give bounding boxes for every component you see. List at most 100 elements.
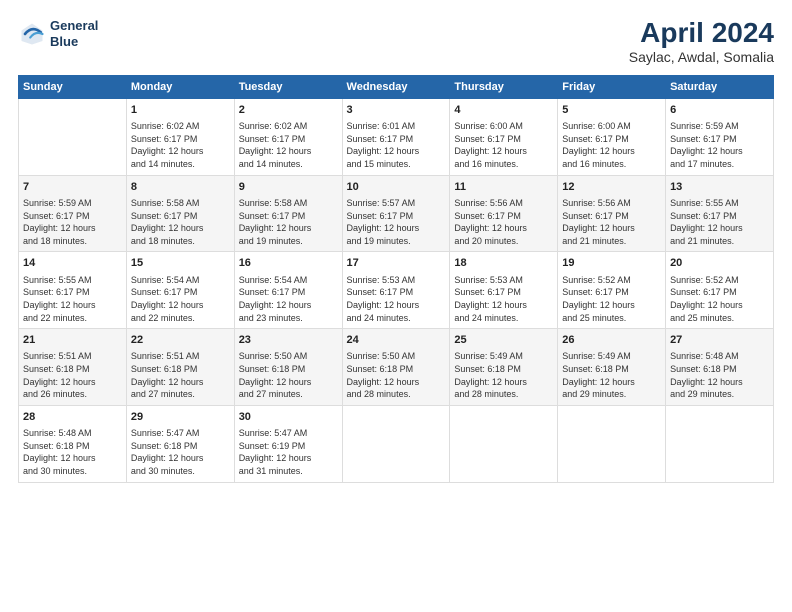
day-info: Sunset: 6:17 PM — [23, 210, 122, 223]
column-header-thursday: Thursday — [450, 75, 558, 98]
day-info: Sunrise: 6:01 AM — [347, 120, 446, 133]
day-info: Sunrise: 5:47 AM — [131, 427, 230, 440]
column-header-tuesday: Tuesday — [234, 75, 342, 98]
day-number: 3 — [347, 103, 446, 118]
day-cell: 16 Sunrise: 5:54 AMSunset: 6:17 PMDayligh… — [234, 252, 342, 329]
day-info: Daylight: 12 hours — [454, 376, 553, 389]
day-info: and 14 minutes. — [131, 158, 230, 171]
day-info: and 16 minutes. — [454, 158, 553, 171]
day-cell — [342, 405, 450, 482]
day-info: Sunset: 6:17 PM — [670, 286, 769, 299]
day-info: Sunrise: 5:50 AM — [239, 350, 338, 363]
column-header-wednesday: Wednesday — [342, 75, 450, 98]
day-cell: 22 Sunrise: 5:51 AMSunset: 6:18 PMDayligh… — [126, 329, 234, 406]
day-info: Sunset: 6:18 PM — [131, 363, 230, 376]
day-cell: 23 Sunrise: 5:50 AMSunset: 6:18 PMDayligh… — [234, 329, 342, 406]
day-number: 1 — [131, 103, 230, 118]
day-info: Sunset: 6:17 PM — [239, 286, 338, 299]
day-info: Sunset: 6:17 PM — [670, 133, 769, 146]
day-info: Sunset: 6:17 PM — [562, 133, 661, 146]
day-info: Daylight: 12 hours — [562, 145, 661, 158]
title-block: April 2024 Saylac, Awdal, Somalia — [629, 18, 774, 65]
day-info: and 29 minutes. — [562, 388, 661, 401]
day-cell: 19Sunrise: 5:52 AMSunset: 6:17 PMDayligh… — [558, 252, 666, 329]
day-info: Sunset: 6:17 PM — [454, 133, 553, 146]
day-cell: 14Sunrise: 5:55 AMSunset: 6:17 PMDayligh… — [19, 252, 127, 329]
day-info: and 21 minutes. — [670, 235, 769, 248]
week-row-3: 14Sunrise: 5:55 AMSunset: 6:17 PMDayligh… — [19, 252, 774, 329]
day-info: Sunset: 6:17 PM — [562, 210, 661, 223]
day-number: 11 — [454, 180, 553, 195]
day-info: Sunrise: 5:47 AM — [239, 427, 338, 440]
day-info: Sunset: 6:18 PM — [239, 363, 338, 376]
day-number: 25 — [454, 333, 553, 348]
day-cell: 24Sunrise: 5:50 AMSunset: 6:18 PMDayligh… — [342, 329, 450, 406]
day-info: and 16 minutes. — [562, 158, 661, 171]
day-info: Sunrise: 5:56 AM — [562, 197, 661, 210]
day-info: and 19 minutes. — [239, 235, 338, 248]
logo-text: General Blue — [50, 18, 98, 49]
day-info: Daylight: 12 hours — [670, 299, 769, 312]
day-info: Sunset: 6:17 PM — [131, 286, 230, 299]
day-info: Daylight: 12 hours — [239, 452, 338, 465]
day-info: Daylight: 12 hours — [239, 145, 338, 158]
day-info: Sunset: 6:17 PM — [239, 133, 338, 146]
day-info: Sunset: 6:18 PM — [23, 363, 122, 376]
day-number: 15 — [131, 256, 230, 271]
day-info: and 20 minutes. — [454, 235, 553, 248]
column-header-saturday: Saturday — [666, 75, 774, 98]
day-number: 5 — [562, 103, 661, 118]
day-cell: 30Sunrise: 5:47 AMSunset: 6:19 PMDayligh… — [234, 405, 342, 482]
day-info: and 18 minutes. — [131, 235, 230, 248]
day-info: and 27 minutes. — [239, 388, 338, 401]
day-info: and 29 minutes. — [670, 388, 769, 401]
day-info: Daylight: 12 hours — [347, 376, 446, 389]
day-info: and 17 minutes. — [670, 158, 769, 171]
day-info: and 22 minutes. — [131, 312, 230, 325]
day-info: Daylight: 12 hours — [562, 222, 661, 235]
week-row-5: 28Sunrise: 5:48 AMSunset: 6:18 PMDayligh… — [19, 405, 774, 482]
day-info: Sunrise: 5:48 AM — [23, 427, 122, 440]
day-info: Daylight: 12 hours — [239, 299, 338, 312]
day-cell: 21Sunrise: 5:51 AMSunset: 6:18 PMDayligh… — [19, 329, 127, 406]
day-info: Sunrise: 5:51 AM — [131, 350, 230, 363]
day-info: Sunrise: 5:49 AM — [454, 350, 553, 363]
day-info: Sunrise: 5:53 AM — [454, 274, 553, 287]
day-info: Sunrise: 5:50 AM — [347, 350, 446, 363]
day-number: 18 — [454, 256, 553, 271]
day-info: Daylight: 12 hours — [670, 376, 769, 389]
day-info: Daylight: 12 hours — [239, 376, 338, 389]
day-info: Daylight: 12 hours — [454, 222, 553, 235]
week-row-2: 7Sunrise: 5:59 AMSunset: 6:17 PMDaylight… — [19, 175, 774, 252]
day-info: Sunrise: 5:55 AM — [670, 197, 769, 210]
day-cell: 1Sunrise: 6:02 AMSunset: 6:17 PMDaylight… — [126, 98, 234, 175]
day-number: 22 — [131, 333, 230, 348]
day-info: Daylight: 12 hours — [23, 376, 122, 389]
day-info: Daylight: 12 hours — [131, 376, 230, 389]
day-info: Sunset: 6:17 PM — [23, 286, 122, 299]
day-number: 27 — [670, 333, 769, 348]
day-cell: 8Sunrise: 5:58 AMSunset: 6:17 PMDaylight… — [126, 175, 234, 252]
day-info: and 27 minutes. — [131, 388, 230, 401]
day-info: Sunrise: 5:54 AM — [239, 274, 338, 287]
day-info: Daylight: 12 hours — [23, 222, 122, 235]
day-number: 24 — [347, 333, 446, 348]
day-cell: 15Sunrise: 5:54 AMSunset: 6:17 PMDayligh… — [126, 252, 234, 329]
day-info: Sunrise: 6:02 AM — [239, 120, 338, 133]
day-info: and 22 minutes. — [23, 312, 122, 325]
logo: General Blue — [18, 18, 98, 49]
week-row-1: 1Sunrise: 6:02 AMSunset: 6:17 PMDaylight… — [19, 98, 774, 175]
day-cell: 18Sunrise: 5:53 AMSunset: 6:17 PMDayligh… — [450, 252, 558, 329]
day-info: and 26 minutes. — [23, 388, 122, 401]
day-info: Sunset: 6:17 PM — [347, 286, 446, 299]
calendar-table: SundayMondayTuesdayWednesdayThursdayFrid… — [18, 75, 774, 483]
day-number: 23 — [239, 333, 338, 348]
day-info: Daylight: 12 hours — [131, 299, 230, 312]
day-cell: 29Sunrise: 5:47 AMSunset: 6:18 PMDayligh… — [126, 405, 234, 482]
day-info: and 24 minutes. — [347, 312, 446, 325]
day-info: and 25 minutes. — [562, 312, 661, 325]
column-header-friday: Friday — [558, 75, 666, 98]
day-number: 16 — [239, 256, 338, 271]
logo-icon — [18, 20, 46, 48]
day-number: 6 — [670, 103, 769, 118]
